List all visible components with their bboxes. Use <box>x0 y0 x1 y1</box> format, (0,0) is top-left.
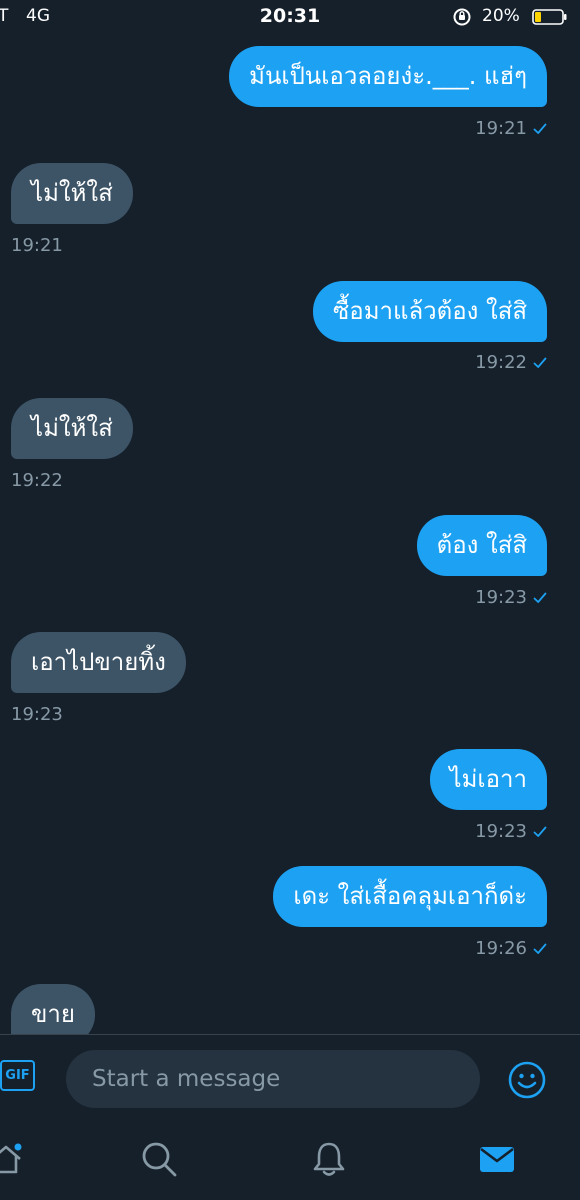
timestamp-text: 19:23 <box>475 821 527 842</box>
rotation-lock-icon <box>453 8 471 26</box>
message-bubble-incoming[interactable]: ไม่ให้ใส่ <box>11 398 133 459</box>
battery-percentage: 20% <box>482 6 520 26</box>
battery-icon <box>532 9 567 25</box>
message-timestamp: 19:23 <box>475 821 547 842</box>
message-timestamp: 19:23 <box>475 587 547 608</box>
read-check-icon <box>533 357 547 368</box>
timestamp-text: 19:21 <box>475 118 527 139</box>
message-timestamp: 19:22 <box>475 352 547 373</box>
status-bar: T 4G 20:31 20% <box>0 0 580 34</box>
read-check-icon <box>533 943 547 954</box>
mail-icon[interactable] <box>477 1139 517 1179</box>
read-check-icon <box>533 123 547 134</box>
message-bubble-outgoing[interactable]: ต้อง ใส่สิ <box>416 515 547 576</box>
home-icon[interactable] <box>0 1139 26 1179</box>
message-timestamp: 19:26 <box>475 938 547 959</box>
timestamp-text: 19:26 <box>475 938 527 959</box>
message-bubble-incoming[interactable]: ไม่ให้ใส่ <box>11 163 133 224</box>
search-icon[interactable] <box>139 1139 179 1179</box>
message-bubble-incoming[interactable]: ขาย <box>11 984 95 1034</box>
message-timestamp: 19:21 <box>11 235 63 256</box>
read-check-icon <box>533 592 547 603</box>
message-composer: GIF <box>0 1034 580 1123</box>
message-input[interactable] <box>66 1050 480 1108</box>
read-check-icon <box>533 826 547 837</box>
message-timestamp: 19:23 <box>11 704 63 725</box>
message-bubble-outgoing[interactable]: ซื้อมาแล้วต้อง ใส่สิ <box>312 281 547 342</box>
message-bubble-outgoing[interactable]: เดะ ใส่เสื้อคลุมเอาก็ด่ะ <box>273 866 547 927</box>
timestamp-text: 19:23 <box>475 587 527 608</box>
message-bubble-outgoing[interactable]: ไม่เอาา <box>429 749 547 810</box>
message-bubble-incoming[interactable]: เอาไปขายทิ้ง <box>11 632 186 693</box>
gif-button[interactable]: GIF <box>0 1060 35 1091</box>
conversation[interactable]: มันเป็นเอวลอยง่ะ.___. แฮ่ๆ 19:21 ไม่ให้ใ… <box>0 34 580 1034</box>
emoji-icon[interactable] <box>506 1059 548 1101</box>
message-bubble-outgoing[interactable]: มันเป็นเอวลอยง่ะ.___. แฮ่ๆ <box>229 46 547 107</box>
bell-icon[interactable] <box>309 1139 349 1179</box>
bottom-tab-bar <box>0 1122 580 1200</box>
message-timestamp: 19:21 <box>475 118 547 139</box>
timestamp-text: 19:22 <box>475 352 527 373</box>
message-timestamp: 19:22 <box>11 470 63 491</box>
